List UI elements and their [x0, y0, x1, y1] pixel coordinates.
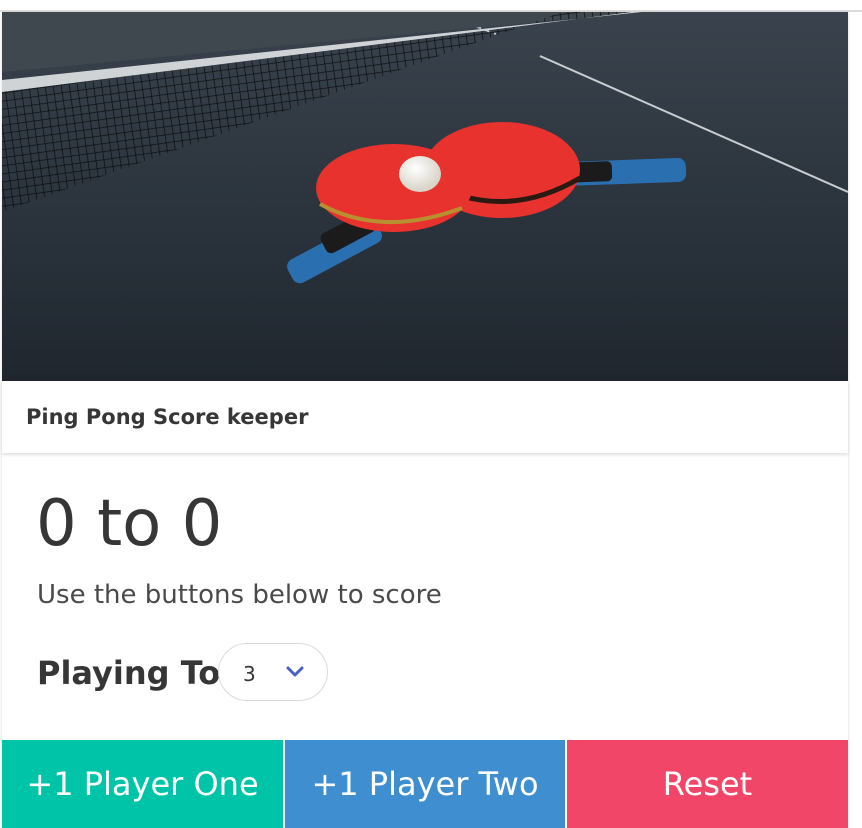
page-title: Ping Pong Score keeper — [26, 405, 309, 429]
playing-to-select[interactable]: 3 — [218, 643, 328, 701]
playing-to-value: 3 — [243, 662, 256, 686]
player-one-button[interactable]: +1 Player One — [2, 740, 283, 828]
ping-pong-image — [2, 12, 848, 381]
reset-button[interactable]: Reset — [567, 740, 848, 828]
button-footer: +1 Player One +1 Player Two Reset — [2, 740, 848, 828]
score-hint: Use the buttons below to score — [37, 580, 442, 610]
playing-to-label: Playing To — [37, 654, 221, 692]
score-card: Ping Pong Score keeper — [2, 12, 848, 828]
chevron-down-icon — [286, 666, 304, 677]
score-display: 0 to 0 — [36, 487, 223, 561]
player-two-button[interactable]: +1 Player Two — [285, 740, 565, 828]
card-header: Ping Pong Score keeper — [2, 381, 848, 453]
card-image — [2, 12, 848, 381]
